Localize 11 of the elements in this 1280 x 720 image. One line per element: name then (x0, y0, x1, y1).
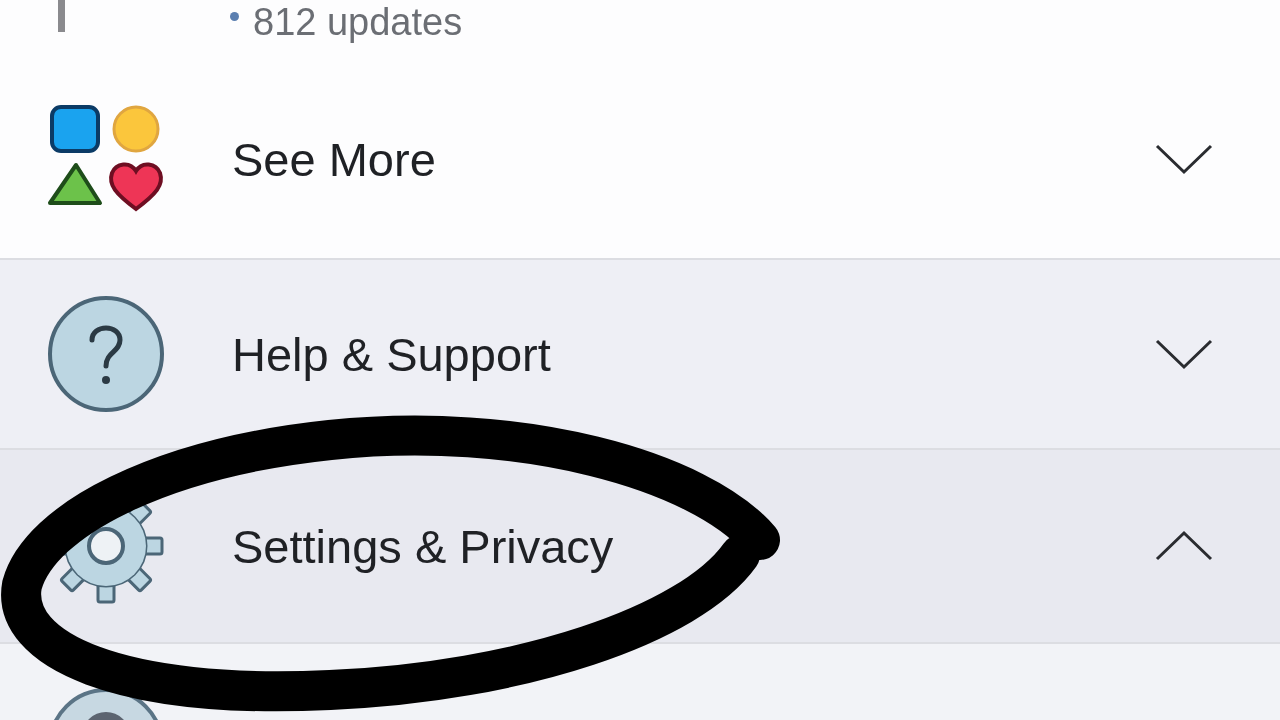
menu-label: See More (232, 131, 437, 187)
chevron-icon[interactable] (1154, 530, 1214, 562)
updates-count: 812 updates (253, 0, 463, 44)
chevron-icon[interactable] (1154, 338, 1214, 370)
menu-label: Help & Support (232, 326, 552, 382)
help-icon (46, 294, 166, 414)
divider-bar-icon (58, 0, 65, 32)
chevron-icon[interactable] (1154, 143, 1214, 175)
dot-icon (230, 12, 239, 21)
menu-item[interactable]: Help & Support (0, 260, 1280, 450)
menu-label: Settings & Privacy (232, 518, 615, 574)
